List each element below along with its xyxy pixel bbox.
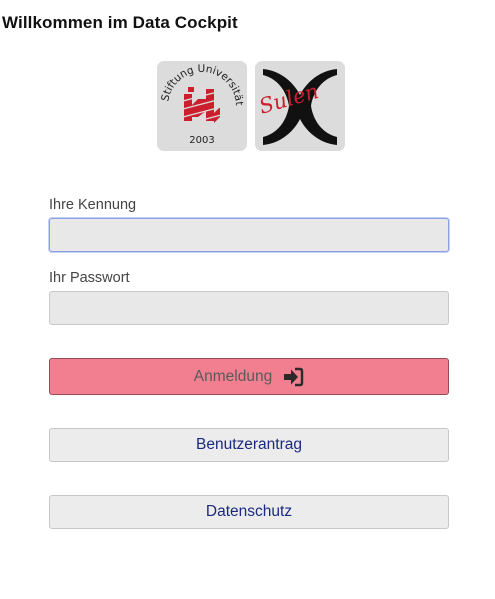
university-seal-icon: Stiftung Universität Hildesheim 2003 xyxy=(157,61,245,146)
login-button-label: Anmeldung xyxy=(193,367,273,385)
password-input[interactable] xyxy=(49,291,449,325)
login-page: Willkommen im Data Cockpit Stiftung Univ… xyxy=(0,0,495,599)
logo-row: Stiftung Universität Hildesheim 2003 xyxy=(157,61,345,151)
username-input[interactable] xyxy=(49,218,449,252)
university-year: 2003 xyxy=(189,135,214,146)
sulen-logo: Sulen xyxy=(255,61,345,151)
username-label: Ihre Kennung xyxy=(49,197,137,213)
university-logo: Stiftung Universität Hildesheim 2003 xyxy=(157,61,247,151)
page-title: Willkommen im Data Cockpit xyxy=(2,13,238,32)
password-label: Ihr Passwort xyxy=(49,270,130,286)
sulen-x-icon: Sulen xyxy=(256,69,337,145)
login-button[interactable]: Anmeldung xyxy=(49,358,449,395)
privacy-button[interactable]: Datenschutz xyxy=(49,495,449,529)
sign-in-icon xyxy=(282,367,304,387)
user-request-button[interactable]: Benutzerantrag xyxy=(49,428,449,462)
